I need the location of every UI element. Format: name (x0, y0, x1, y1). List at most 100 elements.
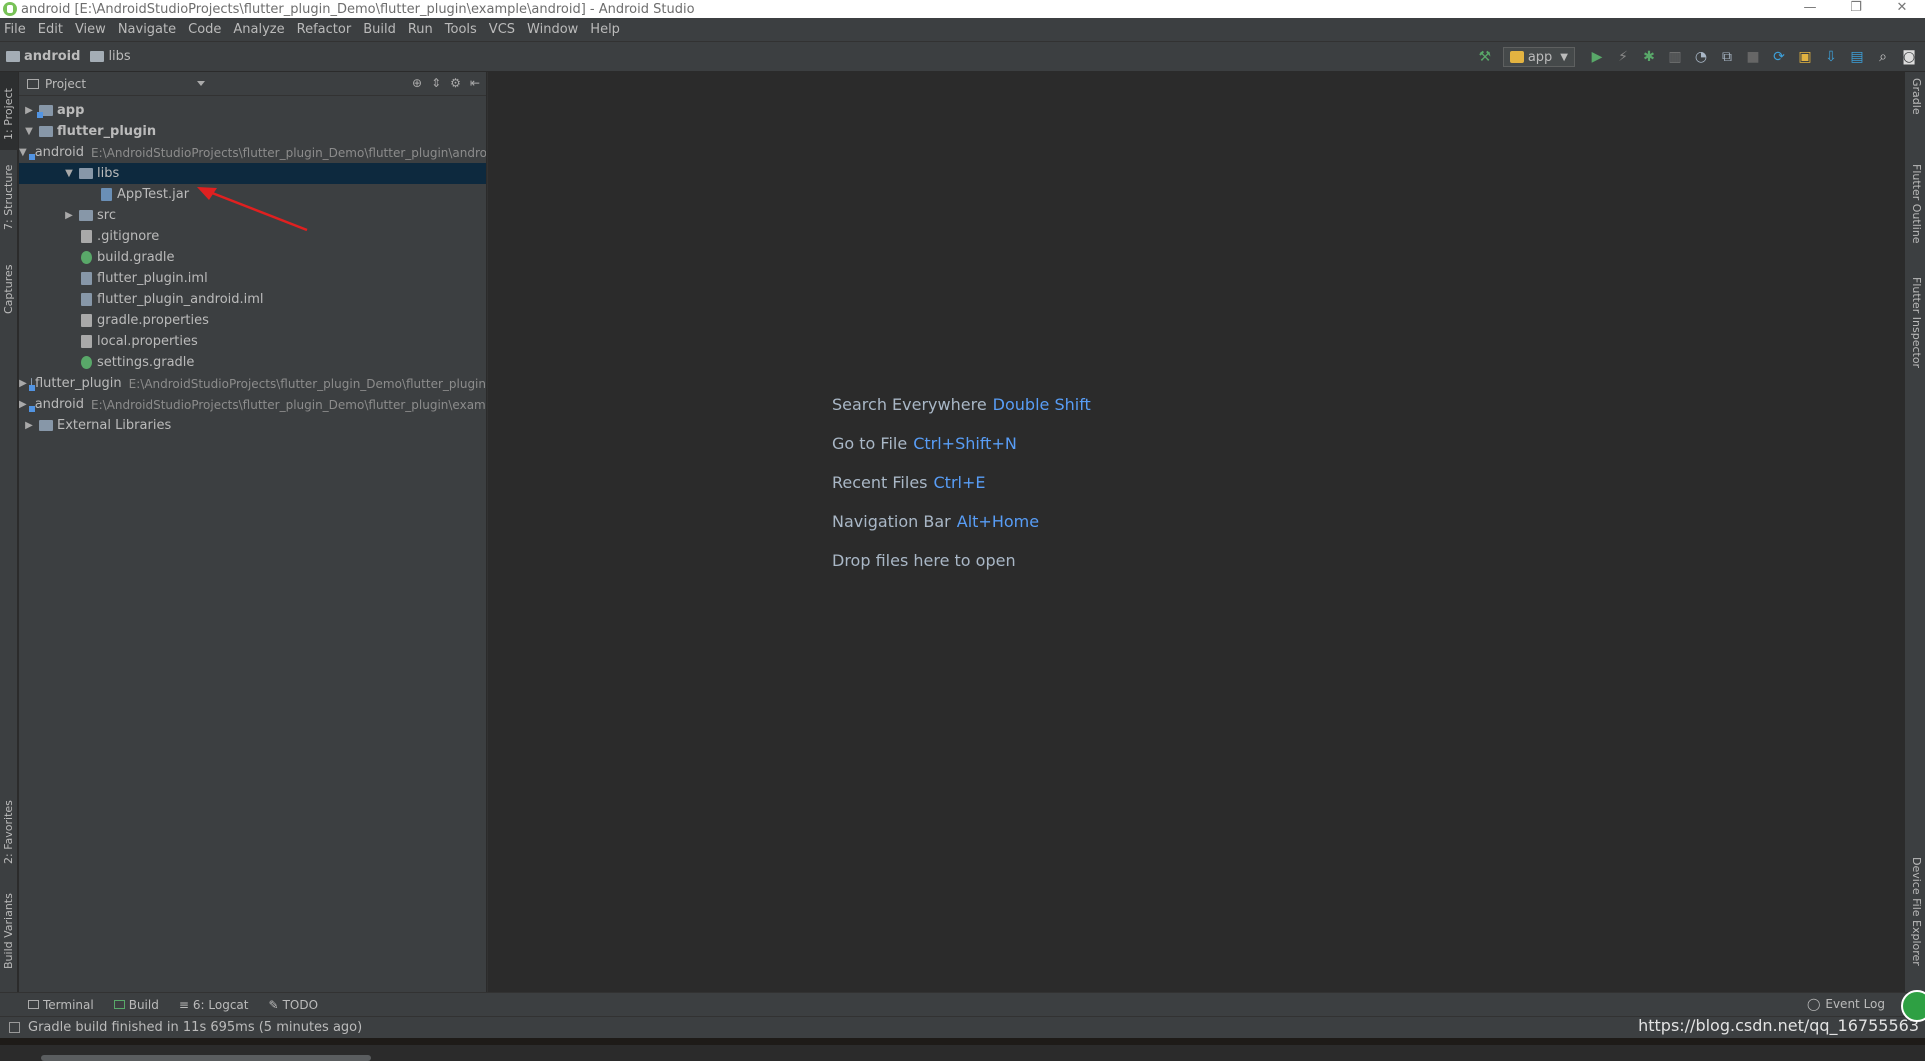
menu-analyze[interactable]: Analyze (233, 22, 284, 37)
toggle-tool-windows-icon[interactable] (9, 1022, 20, 1033)
debug-icon[interactable]: ✱ (1639, 48, 1659, 66)
tool-window-device-file-explorer[interactable]: Device File Explorer (1910, 857, 1923, 966)
tree-row[interactable]: flutter_plugin.iml (19, 268, 486, 289)
collapse-arrow-icon[interactable]: ▶ (19, 399, 27, 410)
tree-row[interactable]: flutter_plugin_android.iml (19, 289, 486, 310)
tool-window-gradle[interactable]: Gradle (1910, 78, 1923, 115)
tree-row[interactable]: ▶app (19, 100, 486, 121)
tree-row[interactable]: ▼ flutter_plugin (19, 121, 486, 142)
tree-row-label: External Libraries (57, 418, 171, 433)
apply-changes-icon[interactable]: ⚡ (1613, 48, 1633, 66)
hide-panel-icon[interactable]: ⇤ (470, 76, 480, 90)
hint-go-to-file: Go to FileCtrl+Shift+N (832, 424, 1091, 463)
hammer-icon[interactable]: ⚒ (1475, 48, 1495, 66)
tree-row[interactable]: ▼androidE:\AndroidStudioProjects\flutter… (19, 142, 486, 163)
menu-navigate[interactable]: Navigate (118, 22, 176, 37)
menu-edit[interactable]: Edit (38, 22, 63, 37)
status-bar: Gradle build finished in 11s 695ms (5 mi… (0, 1016, 1925, 1038)
tree-row-label: android (35, 397, 84, 412)
tree-row[interactable]: ▶androidE:\AndroidStudioProjects\flutter… (19, 394, 486, 415)
locate-icon[interactable]: ⊕ (412, 76, 422, 90)
breadcrumb-libs[interactable]: libs (90, 49, 130, 64)
attach-debugger-icon[interactable]: ⧉ (1717, 48, 1737, 66)
tree-row-label: flutter_plugin (57, 124, 156, 139)
tree-row-label: settings.gradle (97, 355, 194, 370)
sync-gradle-icon[interactable]: ⟳ (1769, 48, 1789, 66)
project-view-select[interactable]: Project (45, 77, 86, 91)
tab-build[interactable]: Build (114, 998, 159, 1012)
tree-row[interactable]: local.properties (19, 331, 486, 352)
event-log-button[interactable]: ◯ Event Log (1807, 997, 1885, 1011)
jar-icon (101, 188, 112, 201)
menu-tools[interactable]: Tools (445, 22, 477, 37)
project-structure-icon[interactable]: ▤ (1847, 48, 1867, 66)
expand-arrow-icon[interactable]: ▼ (63, 168, 75, 179)
search-icon[interactable]: ⌕ (1873, 48, 1893, 66)
menu-build[interactable]: Build (363, 22, 396, 37)
user-icon[interactable]: ◙ (1899, 48, 1919, 66)
avd-manager-icon[interactable]: ▣ (1795, 48, 1815, 66)
tree-row-path: E:\AndroidStudioProjects\flutter_plugin_… (91, 146, 486, 160)
close-button[interactable]: ✕ (1879, 0, 1925, 18)
empty-editor-hints: Search EverywhereDouble Shift Go to File… (832, 385, 1091, 580)
hint-drop-files: Drop files here to open (832, 541, 1091, 580)
tree-row[interactable]: settings.gradle (19, 352, 486, 373)
tool-window-build-variants[interactable]: Build Variants (2, 893, 15, 969)
tool-window-project[interactable]: 1: Project (2, 88, 15, 140)
tab-todo[interactable]: ✎TODO (269, 998, 319, 1012)
menu-vcs[interactable]: VCS (489, 22, 515, 37)
bottom-tool-tabs: Terminal Build ≡6: Logcat ✎TODO (0, 992, 1925, 1016)
watermark: https://blog.csdn.net/qq_16755563 (1638, 1016, 1919, 1035)
taskbar-edge (0, 1038, 1925, 1045)
tool-window-flutter-outline[interactable]: Flutter Outline (1910, 164, 1923, 244)
tree-row[interactable]: gradle.properties (19, 310, 486, 331)
logcat-icon: ≡ (179, 998, 189, 1012)
expand-arrow-icon[interactable]: ▼ (23, 126, 35, 137)
stop-icon[interactable]: ■ (1743, 48, 1763, 66)
main-toolbar: ⚒ app ▼ ▶ ⚡ ✱ ▥ ◔ ⧉ ■ ⟳ ▣ ⇩ ▤ ⌕ ◙ (1469, 46, 1919, 68)
minimize-button[interactable]: — (1787, 0, 1833, 18)
project-view-icon (27, 79, 39, 89)
tree-row[interactable]: ▼libs (19, 163, 486, 184)
tree-row[interactable]: ▶flutter_pluginE:\AndroidStudioProjects\… (19, 373, 486, 394)
menu-code[interactable]: Code (188, 22, 221, 37)
tool-window-captures[interactable]: Captures (2, 265, 15, 314)
chevron-down-icon[interactable] (197, 81, 205, 86)
menu-view[interactable]: View (75, 22, 106, 37)
expand-arrow-icon[interactable]: ▼ (19, 147, 27, 158)
run-configuration-select[interactable]: app ▼ (1503, 47, 1575, 67)
tree-row[interactable]: ▶ External Libraries (19, 415, 486, 436)
menu-run[interactable]: Run (408, 22, 433, 37)
run-icon[interactable]: ▶ (1587, 48, 1607, 66)
collapse-arrow-icon[interactable]: ▶ (23, 420, 35, 431)
maximize-button[interactable]: ❐ (1833, 0, 1879, 18)
tab-logcat[interactable]: ≡6: Logcat (179, 998, 249, 1012)
profile-icon[interactable]: ◔ (1691, 48, 1711, 66)
coverage-icon[interactable]: ▥ (1665, 48, 1685, 66)
menu-window[interactable]: Window (527, 22, 578, 37)
breadcrumb-android[interactable]: android (6, 49, 80, 64)
right-tool-strip: Gradle Flutter Outline Flutter Inspector… (1904, 72, 1925, 992)
menu-file[interactable]: File (4, 22, 26, 37)
tool-window-flutter-inspector[interactable]: Flutter Inspector (1910, 277, 1923, 368)
horizontal-scrollbar[interactable] (41, 1055, 371, 1061)
sdk-manager-icon[interactable]: ⇩ (1821, 48, 1841, 66)
collapse-all-icon[interactable]: ⇕ (431, 76, 441, 90)
collapse-arrow-icon[interactable]: ▶ (23, 105, 35, 116)
tree-row-label: src (97, 208, 116, 223)
menu-help[interactable]: Help (590, 22, 620, 37)
menu-refactor[interactable]: Refactor (297, 22, 352, 37)
props-icon (81, 335, 92, 348)
tool-window-structure[interactable]: 7: Structure (2, 165, 15, 230)
event-log-icon: ◯ (1807, 997, 1820, 1011)
collapse-arrow-icon[interactable]: ▶ (19, 378, 27, 389)
gear-icon[interactable]: ⚙ (450, 76, 461, 90)
tab-terminal[interactable]: Terminal (28, 998, 94, 1012)
editor-area: Search EverywhereDouble Shift Go to File… (487, 72, 1904, 992)
menu-bar: File Edit View Navigate Code Analyze Ref… (0, 18, 1925, 42)
collapse-arrow-icon[interactable]: ▶ (63, 210, 75, 221)
tree-row-path: E:\AndroidStudioProjects\flutter_plugin_… (129, 377, 486, 391)
tool-window-favorites[interactable]: 2: Favorites (2, 800, 15, 864)
tree-row[interactable]: build.gradle (19, 247, 486, 268)
chevron-down-icon: ▼ (1560, 52, 1568, 63)
